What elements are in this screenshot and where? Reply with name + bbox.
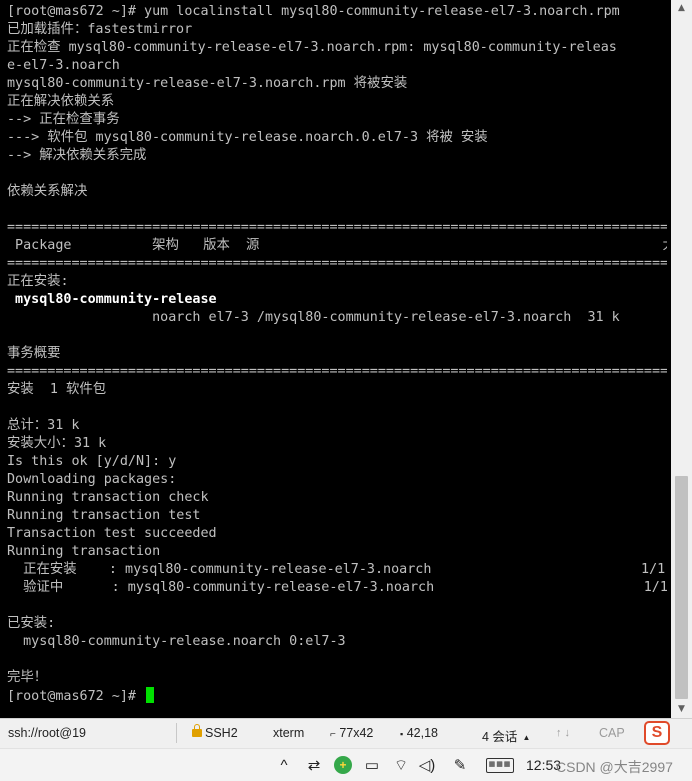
terminal-line: 安装大小：31 k: [7, 436, 107, 451]
terminal-line: Running transaction check: [7, 490, 209, 505]
terminal-line: 正在解决依赖关系: [7, 94, 115, 109]
caps-lock-indicator: CAP: [599, 726, 625, 740]
pen-icon[interactable]: ✎: [448, 754, 472, 776]
terminal-type: xterm: [273, 726, 305, 740]
keyboard-glyph: ▦▦▦: [486, 757, 514, 773]
terminal-size-label: 77x42: [339, 726, 374, 740]
protocol-indicator: SSH2: [192, 724, 238, 740]
session-address: ssh://root@19: [8, 726, 87, 740]
terminal-line: Package 架构 版本 源 大小: [7, 238, 667, 253]
terminal-line: --> 正在检查事务: [7, 112, 120, 127]
lock-icon: [192, 724, 202, 737]
scroll-down-arrow-icon[interactable]: ▼: [671, 701, 692, 718]
caret-up-icon: ▲: [522, 733, 531, 742]
cursor-position-label: 42,18: [406, 726, 438, 740]
terminal-line: 正在安装 : mysql80-community-release-el7-3.n…: [7, 562, 666, 577]
tray-settings-icon[interactable]: ⇄: [302, 754, 326, 776]
terminal-line: noarch el7-3 /mysql80-community-release-…: [7, 310, 620, 325]
terminal-line: 事务概要: [7, 346, 61, 361]
terminal-line: mysql80-community-release-el7-3.noarch.r…: [7, 76, 408, 91]
terminal-size: ⌐ 77x42: [330, 726, 373, 740]
terminal-line: Running transaction test: [7, 508, 201, 523]
terminal-line: 已加载插件：fastestmirror: [7, 22, 193, 37]
sessions-label: 4 会话: [482, 730, 518, 744]
terminal-line: e-el7-3.noarch: [7, 58, 120, 73]
tray-app-icon[interactable]: +: [332, 754, 354, 776]
watermark-text: CSDN @大吉2997: [556, 759, 673, 775]
text-cursor: [146, 687, 155, 703]
terminal-line: 总计：31 k: [7, 418, 80, 433]
terminal-line: ========================================…: [7, 364, 667, 379]
terminal-line: Running transaction: [7, 544, 161, 559]
terminal-line: 正在检查 mysql80-community-release-el7-3.noa…: [7, 40, 617, 55]
terminal-line: ========================================…: [7, 256, 667, 271]
terminal-window[interactable]: [root@mas672 ~]# yum localinstall mysql8…: [0, 0, 671, 718]
terminal-line: 验证中 : mysql80-community-release-el7-3.no…: [7, 580, 667, 595]
protocol-label: SSH2: [205, 726, 238, 740]
terminal-output[interactable]: [root@mas672 ~]# yum localinstall mysql8…: [7, 3, 667, 705]
resize-icon: ⌐: [330, 729, 336, 740]
wifi-icon[interactable]: ⌔: [390, 754, 412, 776]
scroll-up-arrow-icon[interactable]: ▲: [671, 0, 692, 17]
shell-prompt: [root@mas672 ~]#: [7, 689, 145, 704]
cursor-position-icon: ▪: [400, 729, 404, 739]
tray-app-glyph: +: [334, 756, 352, 774]
terminal-line: [root@mas672 ~]# yum localinstall mysql8…: [7, 4, 620, 19]
terminal-line: mysql80-community-release: [7, 292, 217, 307]
terminal-line: 安装 1 软件包: [7, 382, 107, 397]
terminal-line: Transaction test succeeded: [7, 526, 217, 541]
terminal-line: ---> 软件包 mysql80-community-release.noarc…: [7, 130, 488, 145]
terminal-prompt-line[interactable]: [root@mas672 ~]#: [7, 687, 667, 705]
vertical-scrollbar[interactable]: ▲ ▼: [671, 0, 692, 718]
sessions-dropdown[interactable]: 4 会话 ▲: [482, 726, 530, 745]
terminal-line: 已安装:: [7, 616, 56, 631]
terminal-line: --> 解决依赖关系完成: [7, 148, 147, 163]
terminal-line: ========================================…: [7, 220, 667, 235]
terminal-line: 正在安装:: [7, 274, 69, 289]
status-bar: ssh://root@19 SSH2 xterm ⌐ 77x42 ▪ 42,18…: [0, 718, 692, 748]
touch-keyboard-icon[interactable]: ▦▦▦: [484, 754, 516, 776]
sogou-ime-logo-icon[interactable]: S: [644, 721, 670, 745]
terminal-line: Is this ok [y/d/N]: y: [7, 454, 177, 469]
windows-taskbar: ^ ⇄ + ▭ ⌔ ◁) ✎ ▦▦▦ 12:53 CSDN @大吉2997: [0, 748, 692, 781]
terminal-line: mysql80-community-release.noarch 0:el7-3: [7, 634, 346, 649]
cursor-position: ▪ 42,18: [400, 726, 438, 740]
terminal-line: Downloading packages:: [7, 472, 177, 487]
terminal-line: 完毕！: [7, 670, 48, 685]
volume-icon[interactable]: ◁): [416, 754, 438, 776]
battery-icon[interactable]: ▭: [360, 754, 384, 776]
show-hidden-icons-chevron-icon[interactable]: ^: [274, 754, 294, 776]
status-divider: [176, 723, 177, 743]
scrollbar-thumb[interactable]: [675, 476, 688, 699]
terminal-line: 依赖关系解决: [7, 184, 88, 199]
transfer-arrows-icon: ↑ ↓: [556, 727, 571, 739]
